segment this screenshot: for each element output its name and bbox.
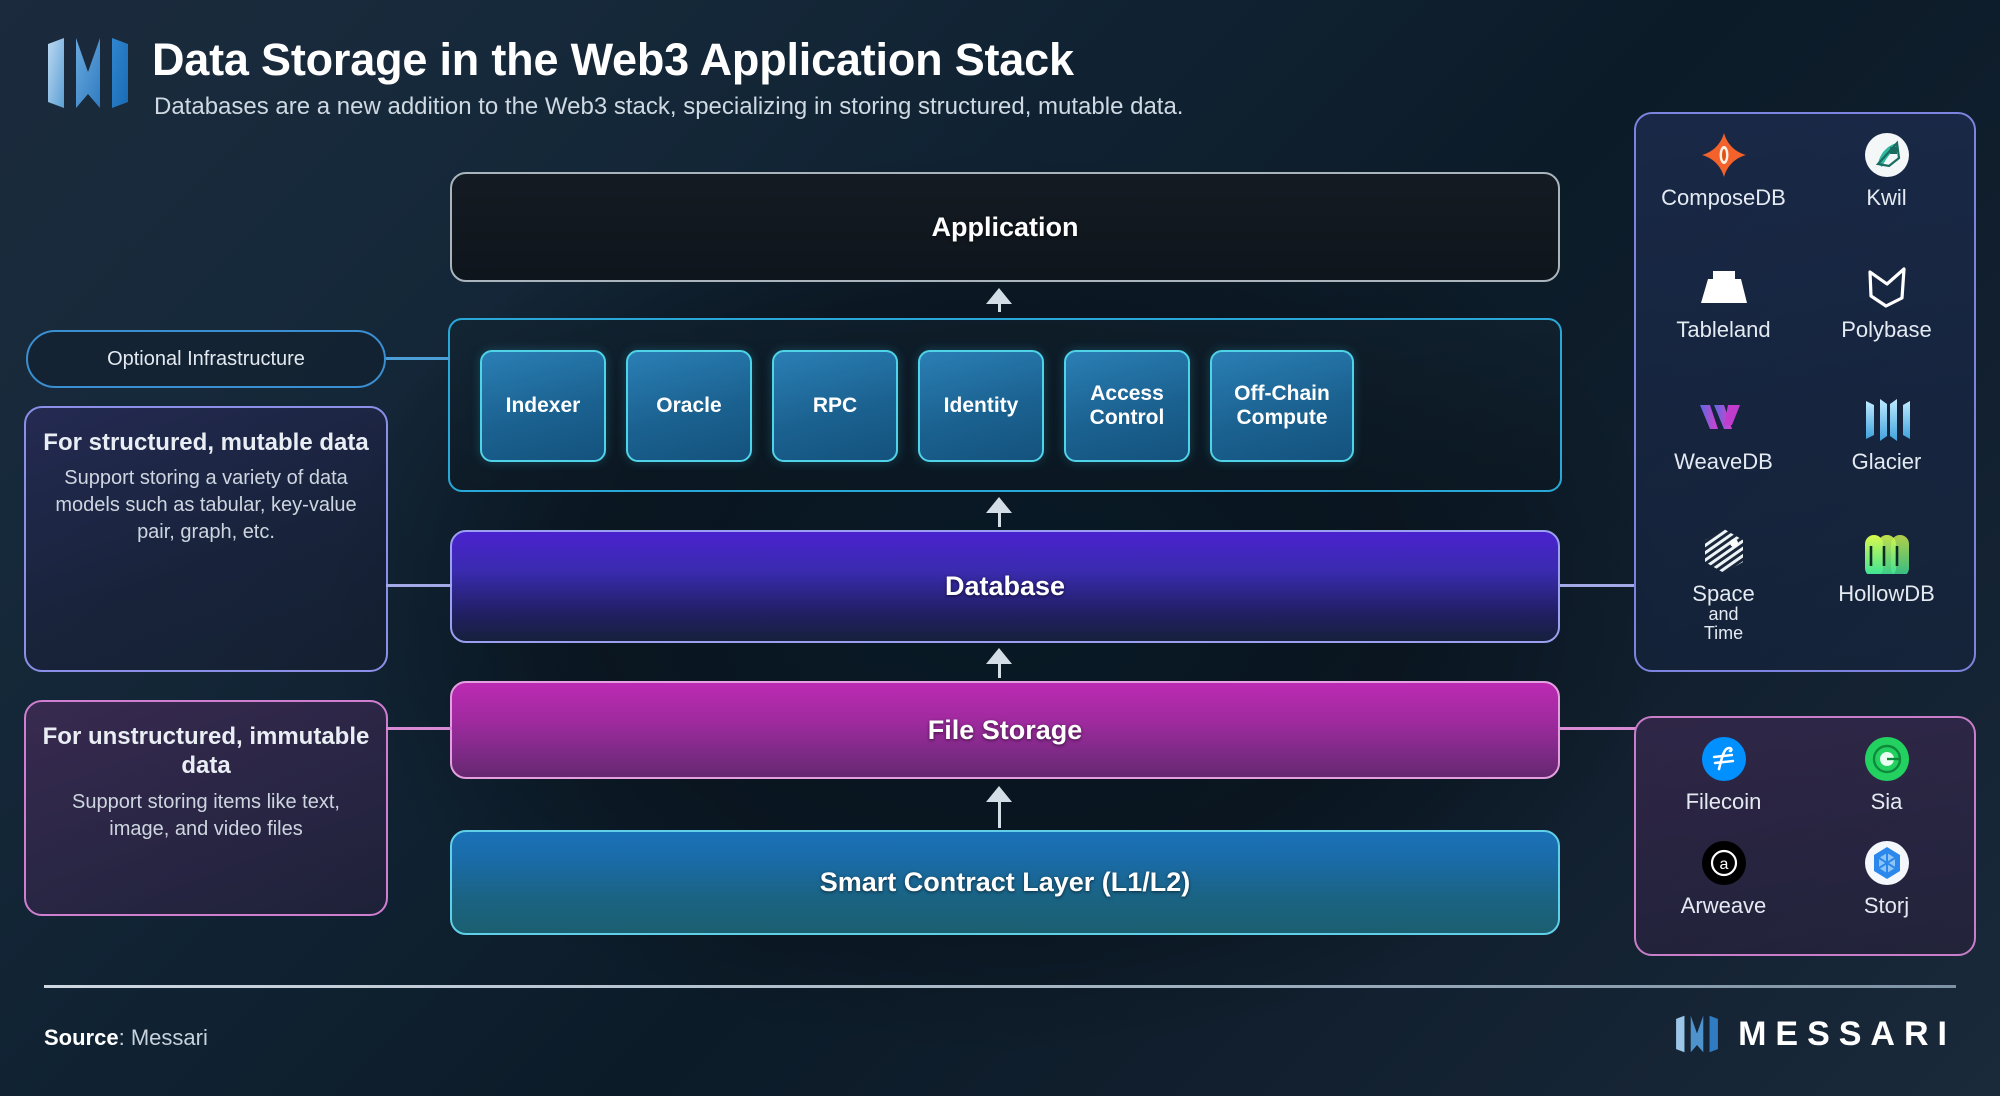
connector-database-to-db-panel xyxy=(1560,584,1636,587)
arrow-optional-to-application xyxy=(986,288,1012,312)
logo-item-weavedb[interactable]: WeaveDB xyxy=(1642,392,1805,524)
connector-optional-label xyxy=(386,357,450,360)
svg-text:a: a xyxy=(1719,856,1728,873)
hollowdb-arches-icon xyxy=(1859,524,1915,578)
logo-item-storj[interactable]: Storj xyxy=(1805,836,1968,940)
note-unstructured-data: For unstructured, immutable data Support… xyxy=(24,700,388,916)
logo-item-arweave[interactable]: a Arweave xyxy=(1642,836,1805,940)
space-and-time-hex-icon xyxy=(1699,524,1749,578)
panel-storage-providers: Filecoin Sia a Arweave Storj xyxy=(1634,716,1976,956)
logo-item-hollowdb[interactable]: HollowDB xyxy=(1805,524,1968,656)
layer-file-storage[interactable]: File Storage xyxy=(450,681,1560,779)
chip-rpc[interactable]: RPC xyxy=(772,350,898,462)
optional-infrastructure-group: Indexer Oracle RPC Identity Access Contr… xyxy=(448,318,1562,492)
chip-off-chain-compute[interactable]: Off-Chain Compute xyxy=(1210,350,1354,462)
note-unstructured-title: For unstructured, immutable data xyxy=(42,723,370,780)
logo-label: ComposeDB xyxy=(1661,185,1786,210)
layer-database-label: Database xyxy=(944,571,1066,601)
note-structured-title: For structured, mutable data xyxy=(43,429,369,456)
logo-item-glacier[interactable]: Glacier xyxy=(1805,392,1968,524)
page-subtitle: Databases are a new addition to the Web3… xyxy=(154,93,1184,120)
chip-access-control[interactable]: Access Control xyxy=(1064,350,1190,462)
layer-application-label: Application xyxy=(931,211,1079,242)
logo-label: Arweave xyxy=(1680,893,1767,918)
logo-label: Polybase xyxy=(1841,317,1932,342)
logo-item-polybase[interactable]: Polybase xyxy=(1805,260,1968,392)
chip-oracle[interactable]: Oracle xyxy=(626,350,752,462)
weavedb-chevrons-icon xyxy=(1696,392,1752,446)
logo-item-filecoin[interactable]: Filecoin xyxy=(1642,732,1805,836)
note-structured-body: Support storing a variety of data models… xyxy=(55,467,357,544)
storj-cube-icon xyxy=(1863,836,1911,890)
glacier-pillars-icon xyxy=(1862,392,1912,446)
panel-database-providers: ComposeDB Kwil Tableland Polybase WeaveD… xyxy=(1634,112,1976,672)
kwil-feather-icon xyxy=(1862,128,1912,182)
logo-item-tableland[interactable]: Tableland xyxy=(1642,260,1805,392)
logo-label: Storj xyxy=(1863,893,1910,918)
brand-lockup: MESSARI xyxy=(1674,1013,1956,1055)
layer-smart-contract-label: Smart Contract Layer (L1/L2) xyxy=(819,867,1191,897)
logo-label: WeaveDB xyxy=(1674,449,1773,474)
chip-identity[interactable]: Identity xyxy=(918,350,1044,462)
arrow-smartcontract-to-filestorage xyxy=(986,786,1012,828)
source-attribution: Source: Messari xyxy=(44,1025,208,1051)
note-structured-data: For structured, mutable data Support sto… xyxy=(24,406,388,672)
note-unstructured-body: Support storing items like text, image, … xyxy=(72,790,340,840)
polybase-crown-icon xyxy=(1862,260,1912,314)
logo-item-kwil[interactable]: Kwil xyxy=(1805,128,1968,260)
connector-filestorage-to-storage-panel xyxy=(1560,727,1636,730)
arrow-filestorage-to-database xyxy=(986,648,1012,678)
source-value: : Messari xyxy=(118,1025,208,1050)
connector-structured-to-database xyxy=(386,584,452,587)
brand-name: MESSARI xyxy=(1738,1014,1956,1053)
footer-divider xyxy=(44,985,1956,988)
logo-label: Space and Time xyxy=(1692,581,1755,643)
connector-unstructured-to-filestorage xyxy=(386,727,452,730)
logo-label: HollowDB xyxy=(1838,581,1935,606)
source-label: Source xyxy=(44,1025,119,1050)
messari-m-logo-icon xyxy=(44,34,132,112)
composedb-diamond-icon xyxy=(1699,128,1749,182)
chip-indexer[interactable]: Indexer xyxy=(480,350,606,462)
logo-label: Glacier xyxy=(1851,449,1922,474)
optional-infrastructure-label: Optional Infrastructure xyxy=(26,330,386,388)
logo-label: Filecoin xyxy=(1685,789,1762,814)
messari-m-logo-icon xyxy=(1674,1013,1720,1055)
logo-label: Tableland xyxy=(1676,317,1771,342)
arrow-database-to-optional xyxy=(986,497,1012,527)
layer-database[interactable]: Database xyxy=(450,530,1560,643)
layer-file-storage-label: File Storage xyxy=(927,714,1083,745)
logo-label: Sia xyxy=(1870,789,1903,814)
page-title: Data Storage in the Web3 Application Sta… xyxy=(152,34,1074,85)
logo-label: Kwil xyxy=(1866,185,1907,210)
logo-item-sia[interactable]: Sia xyxy=(1805,732,1968,836)
sia-ring-icon xyxy=(1863,732,1911,786)
layer-application[interactable]: Application xyxy=(450,172,1560,282)
filecoin-coin-icon xyxy=(1700,732,1748,786)
arweave-circle-a-icon: a xyxy=(1700,836,1748,890)
tableland-table-icon xyxy=(1697,260,1751,314)
layer-smart-contract[interactable]: Smart Contract Layer (L1/L2) xyxy=(450,830,1560,935)
logo-item-space-and-time[interactable]: Space and Time xyxy=(1642,524,1805,656)
logo-item-composedb[interactable]: ComposeDB xyxy=(1642,128,1805,260)
header: Data Storage in the Web3 Application Sta… xyxy=(44,16,1544,126)
